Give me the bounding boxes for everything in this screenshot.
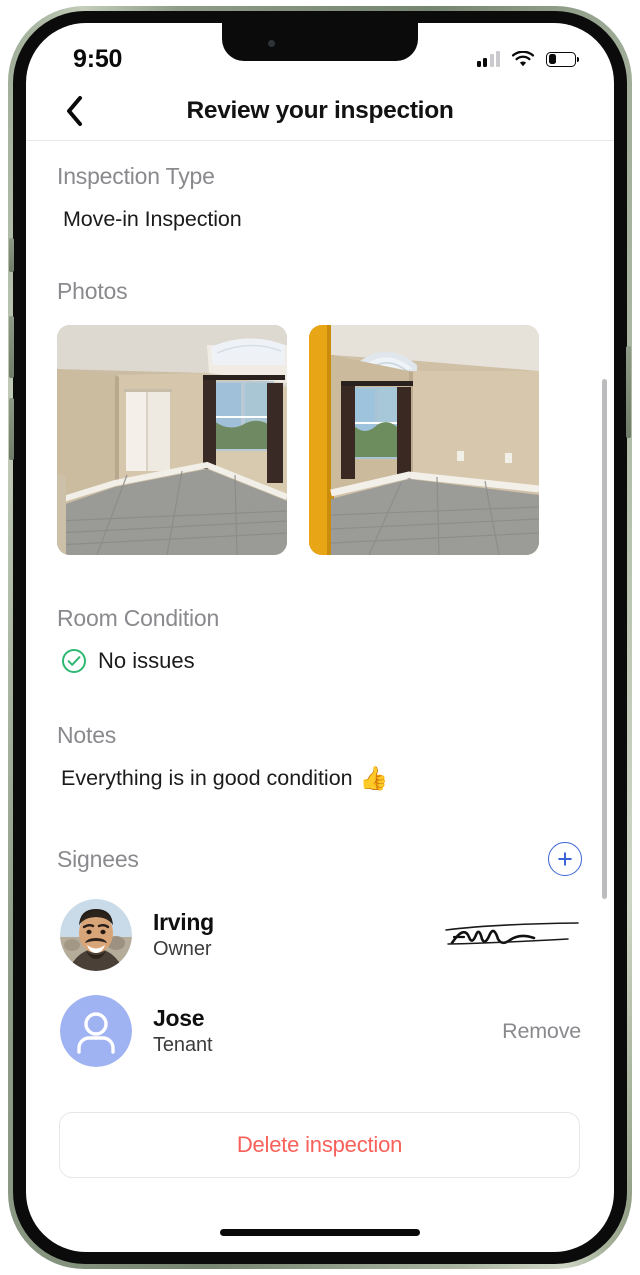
signee-names: Irving Owner	[153, 909, 214, 961]
room-condition-label: Room Condition	[57, 605, 220, 631]
add-signee-button[interactable]	[548, 842, 582, 876]
thumbs-up-emoji-icon: 👍	[359, 765, 389, 791]
status-time: 9:50	[73, 44, 123, 73]
phone-frame: 9:50 Review your inspection Inspection T…	[8, 6, 632, 1269]
back-button[interactable]	[54, 91, 94, 131]
section-inspection-type: Inspection Type Move-in Inspection	[57, 163, 582, 232]
scroll-content[interactable]: Inspection Type Move-in Inspection Photo…	[26, 141, 614, 1252]
section-photos: Photos	[57, 278, 582, 555]
wifi-icon	[511, 50, 535, 66]
inspection-type-label: Inspection Type	[57, 163, 215, 189]
chevron-left-icon	[67, 95, 82, 126]
power-button[interactable]	[626, 346, 631, 438]
section-room-condition: Room Condition No issues	[57, 605, 582, 674]
signee-name: Irving	[153, 909, 214, 935]
page-title: Review your inspection	[186, 96, 454, 124]
nav-header: Review your inspection	[26, 81, 614, 141]
phone-screen: 9:50 Review your inspection Inspection T…	[26, 23, 614, 1252]
volume-down-button[interactable]	[9, 398, 14, 460]
photo-thumbnail-1[interactable]	[57, 325, 287, 555]
status-icons	[476, 50, 580, 68]
status-bar: 9:50	[26, 23, 614, 81]
photo-strip	[57, 325, 582, 555]
section-signees: Signees Irving Owner Jose Tenant Remove	[57, 842, 582, 1068]
signees-label: Signees	[57, 845, 139, 872]
silence-switch[interactable]	[9, 238, 14, 272]
user-photo-avatar	[60, 899, 132, 971]
notes-label: Notes	[57, 722, 117, 748]
signee-row[interactable]: Jose Tenant Remove	[57, 994, 582, 1068]
content-scrollbar[interactable]	[602, 379, 607, 899]
signees-header: Signees	[57, 842, 582, 876]
signee-trailing: Remove	[502, 1019, 582, 1044]
room-condition-value: No issues	[98, 648, 195, 673]
home-indicator[interactable]	[220, 1229, 420, 1236]
signee-row[interactable]: Irving Owner	[57, 898, 582, 972]
signee-names: Jose Tenant	[153, 1005, 213, 1057]
remove-signee-button[interactable]: Remove	[502, 1019, 582, 1044]
section-notes: Notes Everything is in good condition 👍	[57, 722, 582, 792]
cellular-signal-icon	[476, 51, 500, 67]
signee-role: Tenant	[153, 1034, 213, 1056]
phone-bezel: 9:50 Review your inspection Inspection T…	[9, 11, 631, 1264]
signature-image[interactable]	[442, 913, 582, 957]
room-condition-row: No issues	[57, 648, 582, 674]
volume-up-button[interactable]	[9, 316, 14, 378]
inspection-type-value: Move-in Inspection	[63, 207, 242, 231]
photos-label: Photos	[57, 278, 128, 304]
signee-trailing	[442, 913, 582, 957]
plus-icon	[558, 852, 572, 866]
notes-value-row: Everything is in good condition 👍	[57, 765, 582, 792]
signee-name: Jose	[153, 1005, 205, 1031]
user-placeholder-avatar	[60, 995, 132, 1067]
notes-text: Everything is in good condition	[61, 766, 353, 790]
photo-thumbnail-2[interactable]	[309, 325, 539, 555]
battery-icon	[546, 51, 580, 67]
signee-role: Owner	[153, 938, 212, 960]
delete-inspection-button[interactable]: Delete inspection	[59, 1112, 580, 1178]
check-circle-icon	[62, 649, 86, 673]
